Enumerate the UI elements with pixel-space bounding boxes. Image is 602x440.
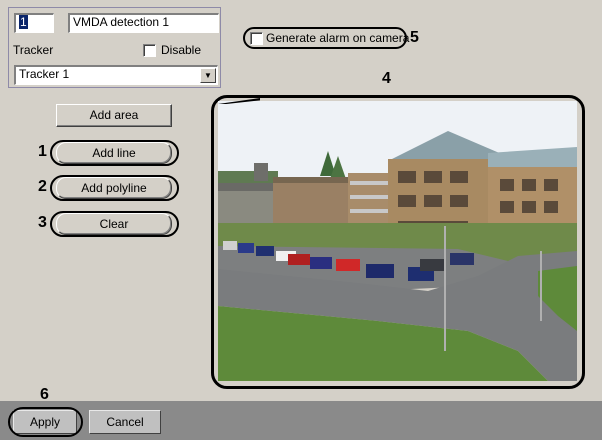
- tracker-select-value: Tracker 1: [19, 67, 70, 81]
- callout-1: 1: [38, 143, 47, 160]
- zone-id-field[interactable]: 1: [14, 13, 54, 33]
- callout-3: 3: [38, 214, 47, 231]
- callout-6: 6: [40, 386, 49, 403]
- disable-label: Disable: [161, 43, 202, 57]
- callout-5: 5: [410, 29, 419, 46]
- disable-checkbox[interactable]: [143, 44, 156, 57]
- add-area-button[interactable]: Add area: [56, 104, 172, 127]
- tracker-select[interactable]: Tracker 1 ▼: [14, 65, 218, 85]
- generate-alarm-checkbox[interactable]: [250, 32, 263, 45]
- add-polyline-highlight: [50, 175, 179, 201]
- tracker-label: Tracker: [13, 43, 54, 57]
- clear-highlight: [50, 211, 179, 237]
- callout-2: 2: [38, 178, 47, 195]
- camera-scene-image: [218, 101, 577, 381]
- camera-video-view[interactable]: [218, 101, 577, 381]
- zone-name-field[interactable]: VMDA detection 1: [68, 13, 219, 33]
- zone-id-value: 1: [19, 15, 28, 29]
- apply-highlight: [8, 407, 83, 437]
- chevron-down-icon[interactable]: ▼: [200, 68, 216, 83]
- generate-alarm-label: Generate alarm on camera: [266, 31, 410, 45]
- add-line-highlight: [50, 140, 179, 166]
- detection-settings-group: 1 VMDA detection 1 Tracker Disable Track…: [8, 7, 221, 88]
- cancel-button[interactable]: Cancel: [89, 410, 161, 434]
- callout-4: 4: [382, 70, 391, 87]
